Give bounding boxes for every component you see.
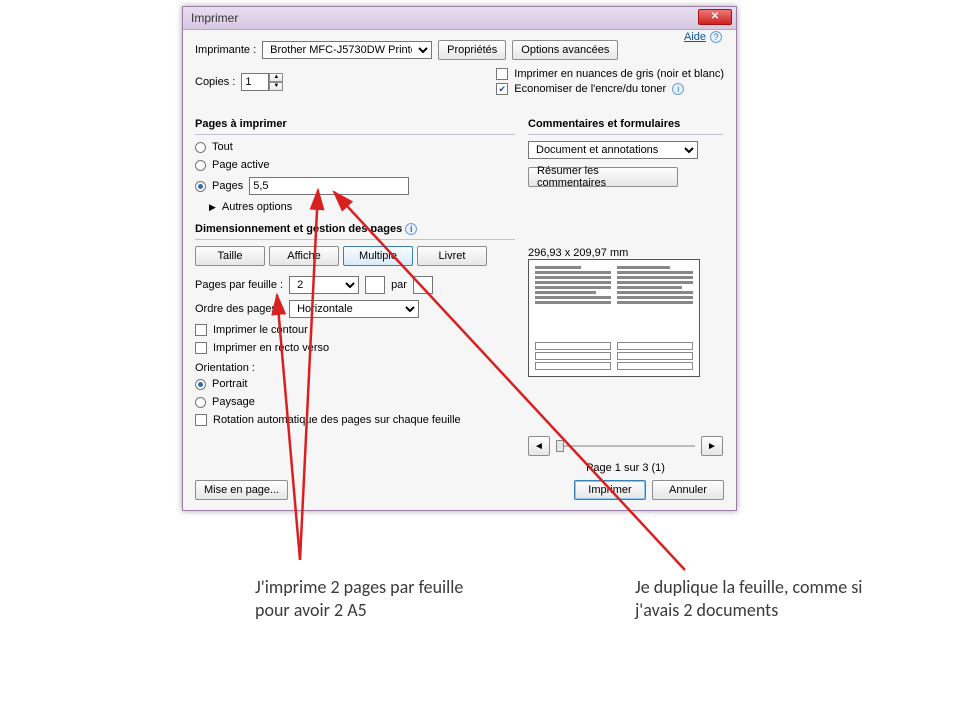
save-ink-checkbox[interactable]: ✔ [496, 83, 508, 95]
advanced-options-button[interactable]: Options avancées [512, 40, 618, 60]
print-border-checkbox[interactable] [195, 324, 207, 336]
radio-pages-label: Pages [212, 180, 243, 192]
orientation-label: Orientation : [195, 362, 255, 374]
cancel-button[interactable]: Annuler [652, 480, 724, 500]
duplex-checkbox[interactable] [195, 342, 207, 354]
grid-cols-input[interactable] [365, 276, 385, 294]
dialog-body: Aide ? Imprimante : Brother MFC-J5730DW … [183, 30, 736, 510]
close-button[interactable]: ✕ [698, 9, 732, 25]
portrait-label: Portrait [212, 378, 247, 390]
by-label: par [391, 279, 407, 291]
comments-select[interactable]: Document et annotations [528, 141, 698, 159]
copies-input[interactable] [241, 73, 269, 91]
info-icon: i [405, 223, 417, 235]
landscape-label: Paysage [212, 396, 255, 408]
more-options-label[interactable]: Autres options [222, 201, 292, 213]
copies-label: Copies : [195, 76, 235, 88]
sizing-tabs: Taille Affiche Multiple Livret [195, 246, 515, 266]
info-icon: i [672, 83, 684, 95]
page-counter: Page 1 sur 3 (1) [528, 462, 723, 474]
radio-landscape[interactable] [195, 397, 206, 408]
order-select[interactable]: Horizontale [289, 300, 419, 318]
print-dialog: Imprimer ✕ Aide ? Imprimante : Brother M… [182, 6, 737, 511]
save-ink-label: Economiser de l'encre/du toner [514, 83, 666, 95]
dialog-title: Imprimer [191, 11, 238, 25]
help-link-row: Aide ? [684, 31, 722, 43]
prev-page-button[interactable]: ◄ [528, 436, 550, 456]
help-link[interactable]: Aide [684, 31, 706, 43]
grayscale-checkbox[interactable] [496, 68, 508, 80]
info-icon: ? [710, 31, 722, 43]
pages-section-title: Pages à imprimer [195, 118, 515, 130]
orientation-section: Orientation : [195, 362, 515, 374]
summarize-comments-button[interactable]: Résumer les commentaires [528, 167, 678, 187]
radio-current-label: Page active [212, 159, 269, 171]
zoom-slider[interactable] [556, 445, 695, 447]
print-border-label: Imprimer le contour [213, 324, 308, 336]
comments-section-title: Commentaires et formulaires [528, 118, 723, 130]
radio-portrait[interactable] [195, 379, 206, 390]
printer-label: Imprimante : [195, 44, 256, 56]
spinner-buttons[interactable]: ▲▼ [269, 73, 283, 91]
tab-multiple[interactable]: Multiple [343, 246, 413, 266]
preview-dimensions: 296,93 x 209,97 mm [528, 247, 723, 259]
properties-button[interactable]: Propriétés [438, 40, 506, 60]
tab-booklet[interactable]: Livret [417, 246, 487, 266]
titlebar: Imprimer ✕ [183, 7, 736, 30]
grid-rows-input[interactable] [413, 276, 433, 294]
pages-input[interactable] [249, 177, 409, 195]
per-sheet-label: Pages par feuille : [195, 279, 283, 291]
page-setup-button[interactable]: Mise en page... [195, 480, 288, 500]
printer-select[interactable]: Brother MFC-J5730DW Printer [262, 41, 432, 59]
tab-poster[interactable]: Affiche [269, 246, 339, 266]
order-label: Ordre des pages : [195, 303, 283, 315]
tab-size[interactable]: Taille [195, 246, 265, 266]
print-button[interactable]: Imprimer [574, 480, 646, 500]
print-preview [528, 259, 700, 377]
autorotate-label: Rotation automatique des pages sur chaqu… [213, 414, 461, 426]
radio-pages[interactable] [195, 181, 206, 192]
radio-all[interactable] [195, 142, 206, 153]
duplex-label: Imprimer en recto verso [213, 342, 329, 354]
copies-spinner[interactable]: ▲▼ [241, 73, 283, 91]
radio-all-label: Tout [212, 141, 233, 153]
grayscale-label: Imprimer en nuances de gris (noir et bla… [514, 68, 724, 80]
radio-current[interactable] [195, 160, 206, 171]
preview-nav: ◄ ► [528, 436, 723, 456]
annotation-right: Je duplique la feuille, comme si j'avais… [635, 576, 865, 621]
annotation-left: J'imprime 2 pages par feuille pour avoir… [255, 576, 475, 621]
autorotate-checkbox[interactable] [195, 414, 207, 426]
next-page-button[interactable]: ► [701, 436, 723, 456]
per-sheet-select[interactable]: 2 [289, 276, 359, 294]
expand-icon[interactable]: ▶ [209, 202, 216, 213]
sizing-section-title: Dimensionnement et gestion des pages i [195, 223, 515, 235]
printer-row: Imprimante : Brother MFC-J5730DW Printer… [195, 40, 724, 60]
